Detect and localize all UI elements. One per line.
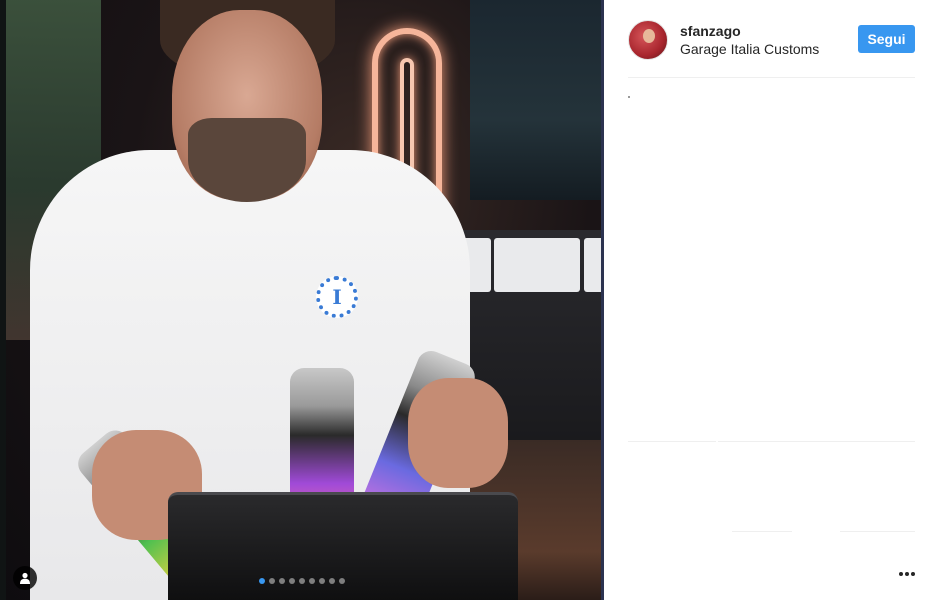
chef-hand-right [408, 378, 508, 488]
more-horizontal-icon [899, 572, 903, 576]
section-divider [732, 531, 792, 532]
carousel-dot [279, 578, 285, 584]
section-divider [840, 531, 915, 532]
section-divider [718, 441, 915, 442]
photo-edge [0, 0, 6, 600]
jacket-logo-badge: I [316, 276, 358, 318]
carousel-dot [339, 578, 345, 584]
background-window-right [470, 0, 601, 200]
carousel-dot [289, 578, 295, 584]
carousel-dot [309, 578, 315, 584]
username-link[interactable]: sfanzago [680, 22, 819, 40]
location-link[interactable]: Garage Italia Customs [680, 40, 819, 58]
more-horizontal-icon [905, 572, 909, 576]
machine-display [494, 238, 580, 292]
carousel-dot-active [259, 578, 265, 584]
header-divider [628, 77, 915, 78]
carousel-dot [299, 578, 305, 584]
carousel-dot [329, 578, 335, 584]
carousel-dot [319, 578, 325, 584]
chef-beard [188, 118, 306, 202]
avatar[interactable] [628, 20, 668, 60]
comments-area-marker [628, 96, 630, 98]
more-horizontal-icon [911, 572, 915, 576]
follow-button[interactable]: Segui [858, 25, 915, 53]
carousel-dot [269, 578, 275, 584]
post-photo[interactable]: I [0, 0, 604, 600]
post-sidebar: sfanzago Garage Italia Customs Segui [604, 0, 945, 600]
more-options-button[interactable] [896, 564, 918, 584]
section-divider [628, 441, 716, 442]
user-meta: sfanzago Garage Italia Customs [680, 22, 819, 58]
carousel-indicator [0, 578, 604, 584]
